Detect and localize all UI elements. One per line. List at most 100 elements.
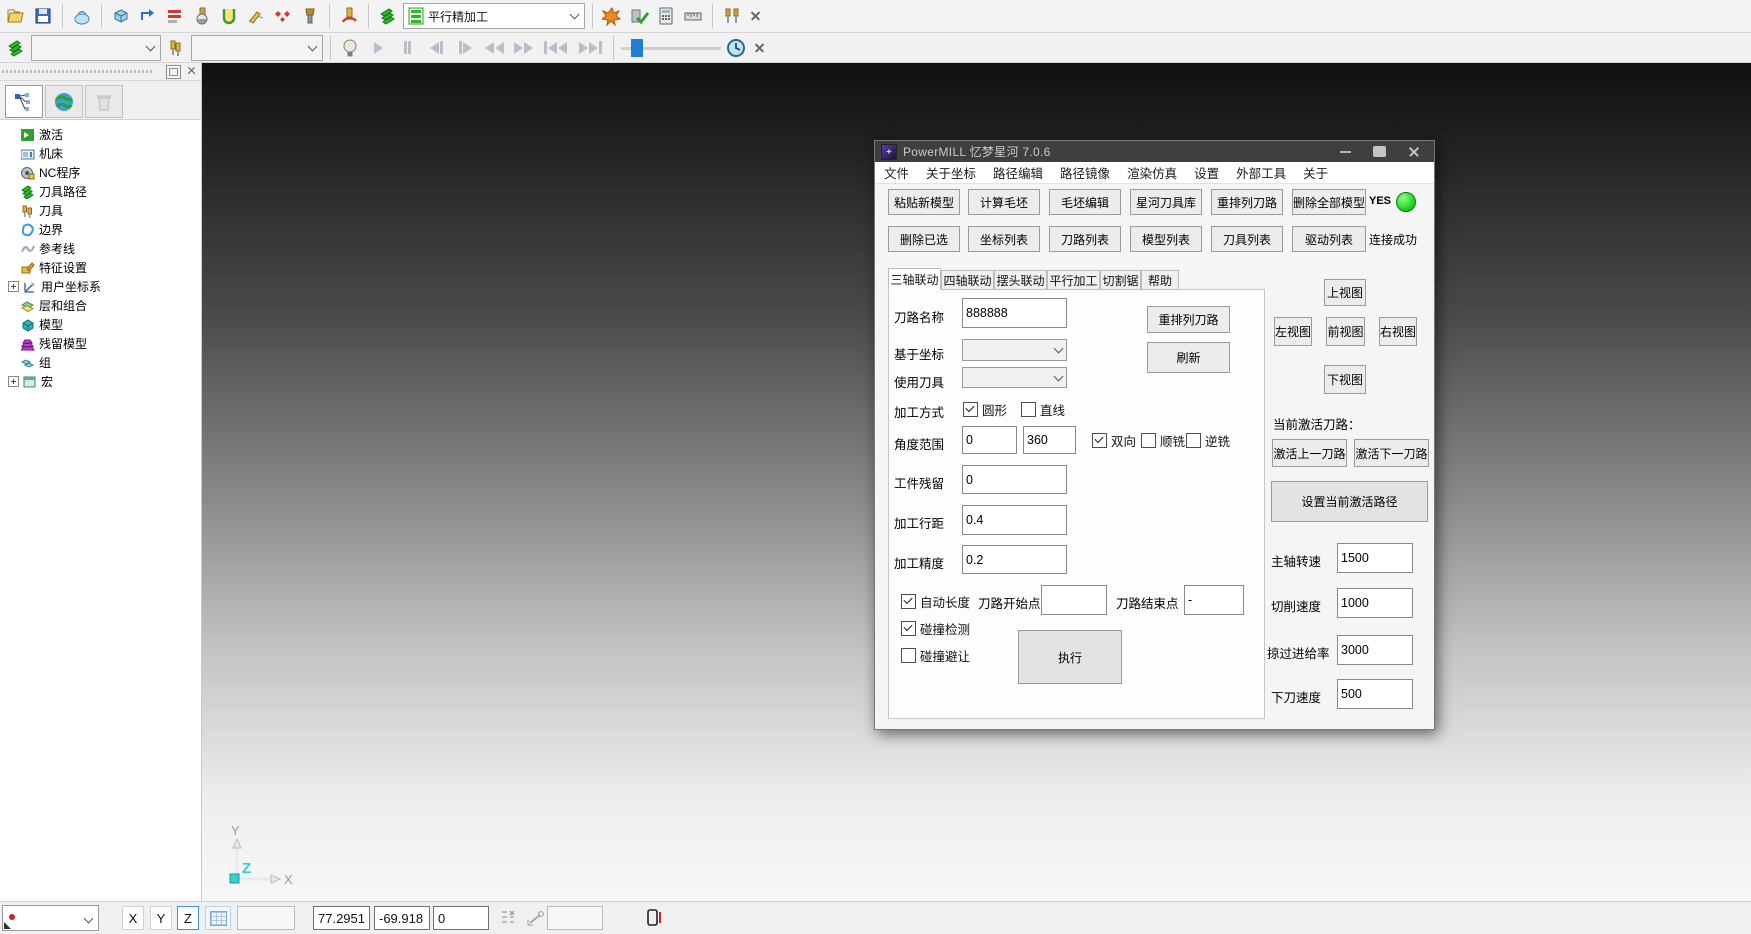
checkbox-icon[interactable] bbox=[901, 648, 916, 663]
menu-file[interactable]: 文件 bbox=[884, 163, 909, 182]
menu-settings[interactable]: 设置 bbox=[1194, 163, 1219, 182]
rapid-move-icon[interactable] bbox=[136, 4, 160, 28]
minimize-icon[interactable] bbox=[1340, 151, 1351, 153]
speed-slider[interactable] bbox=[621, 38, 721, 58]
tree-item-pattern[interactable]: 参考线 bbox=[4, 239, 201, 258]
open-file-icon[interactable] bbox=[4, 4, 28, 28]
block-model-icon[interactable] bbox=[109, 4, 133, 28]
view-right-button[interactable]: 右视图 bbox=[1379, 317, 1417, 346]
angle-end-input[interactable] bbox=[1023, 426, 1076, 454]
activate-prev-button[interactable]: 激活上一刀路 bbox=[1272, 439, 1347, 467]
set-active-path-button[interactable]: 设置当前激活路径 bbox=[1271, 481, 1428, 522]
clock-icon[interactable] bbox=[724, 36, 748, 60]
tree-item-group[interactable]: 组 bbox=[4, 353, 201, 372]
tool-pair-icon[interactable] bbox=[720, 4, 744, 28]
toolbar-close-icon[interactable] bbox=[747, 7, 765, 25]
tab-4axis[interactable]: 四轴联动 bbox=[941, 270, 994, 290]
measure-value-field[interactable] bbox=[547, 906, 603, 930]
tree-item-model[interactable]: 模型 bbox=[4, 315, 201, 334]
toolpath-name-input[interactable] bbox=[962, 298, 1067, 328]
tool-indicator-dropdown[interactable] bbox=[2, 905, 99, 931]
tab-web-globe[interactable] bbox=[45, 85, 83, 118]
menu-about[interactable]: 关于 bbox=[1303, 163, 1328, 182]
tolerance-input[interactable] bbox=[962, 545, 1067, 574]
panel-header[interactable] bbox=[0, 63, 201, 81]
view-left-button[interactable]: 左视图 bbox=[1274, 317, 1312, 346]
tool-list-button[interactable]: 刀具列表 bbox=[1211, 226, 1283, 252]
slider-handle[interactable] bbox=[631, 39, 643, 57]
tool-combobox[interactable] bbox=[191, 35, 323, 61]
menu-path-edit[interactable]: 路径编辑 bbox=[993, 163, 1043, 182]
view-front-button[interactable]: 前视图 bbox=[1326, 317, 1365, 346]
tool-ball-icon[interactable] bbox=[190, 4, 214, 28]
tab-swivel[interactable]: 摆头联动 bbox=[994, 270, 1047, 290]
active-toolpath-combobox[interactable]: 平行精加工 bbox=[403, 3, 585, 29]
delete-all-models-button[interactable]: 删除全部模型 bbox=[1292, 189, 1366, 215]
menu-render-sim[interactable]: 渲染仿真 bbox=[1127, 163, 1177, 182]
toolpath-draw-icon[interactable] bbox=[244, 4, 268, 28]
simulate-tool-icon[interactable] bbox=[600, 4, 624, 28]
toolpath-stack-icon[interactable] bbox=[4, 36, 28, 60]
axis-x-button[interactable]: X bbox=[122, 906, 144, 930]
drive-list-button[interactable]: 驱动列表 bbox=[1292, 226, 1366, 252]
model-list-button[interactable]: 模型列表 bbox=[1130, 226, 1202, 252]
spindle-speed-input[interactable] bbox=[1337, 543, 1413, 573]
auto-length-checkbox[interactable]: 自动长度 bbox=[901, 592, 970, 611]
snap-value-field[interactable] bbox=[237, 906, 295, 930]
execute-button[interactable]: 执行 bbox=[1018, 630, 1122, 684]
clipboard-pause-icon[interactable] bbox=[645, 908, 665, 928]
bidirectional-checkbox[interactable]: 双向 bbox=[1092, 431, 1136, 450]
calc-stock-button[interactable]: 计算毛坯 bbox=[968, 189, 1040, 215]
plunge-speed-input[interactable] bbox=[1337, 679, 1413, 709]
save-icon[interactable] bbox=[31, 4, 55, 28]
maximize-icon[interactable] bbox=[1373, 146, 1386, 157]
xyz-list-icon[interactable] bbox=[500, 909, 518, 927]
checkbox-icon[interactable] bbox=[1141, 433, 1156, 448]
menu-external-tools[interactable]: 外部工具 bbox=[1236, 163, 1286, 182]
step-forward-button[interactable] bbox=[452, 38, 478, 58]
fast-forward-button[interactable] bbox=[510, 38, 536, 58]
pause-button[interactable] bbox=[394, 38, 420, 58]
go-end-button[interactable] bbox=[574, 38, 606, 58]
play-button[interactable] bbox=[365, 38, 391, 58]
tree-item-levels[interactable]: 层和组合 bbox=[4, 296, 201, 315]
toolbar-close-icon[interactable] bbox=[751, 39, 769, 57]
tab-3axis[interactable]: 三轴联动 bbox=[888, 268, 941, 290]
tool-select-icon[interactable] bbox=[164, 36, 188, 60]
view-top-button[interactable]: 上视图 bbox=[1324, 279, 1366, 306]
tab-parallel[interactable]: 平行加工 bbox=[1047, 270, 1100, 290]
close-icon[interactable] bbox=[1408, 146, 1420, 158]
tab-help[interactable]: 帮助 bbox=[1141, 270, 1179, 290]
checkbox-checked-icon[interactable] bbox=[1092, 433, 1107, 448]
view-bottom-button[interactable]: 下视图 bbox=[1324, 365, 1366, 394]
nc-program-icon[interactable] bbox=[163, 4, 187, 28]
go-start-button[interactable] bbox=[539, 38, 571, 58]
dialog-titlebar[interactable]: PowerMILL 忆梦星河 7.0.6 bbox=[875, 141, 1434, 162]
expand-icon[interactable] bbox=[8, 281, 19, 292]
paste-new-model-button[interactable]: 粘贴新模型 bbox=[888, 189, 960, 215]
tab-recycle-bin[interactable] bbox=[85, 85, 123, 118]
verify-tool-icon[interactable] bbox=[627, 4, 651, 28]
calculator-icon[interactable] bbox=[654, 4, 678, 28]
tool-library-button[interactable]: 星河刀具库 bbox=[1130, 189, 1202, 215]
stock-remain-input[interactable] bbox=[962, 465, 1067, 494]
checkbox-icon[interactable] bbox=[1021, 402, 1036, 417]
panel-float-icon[interactable] bbox=[166, 65, 181, 79]
stock-edit-button[interactable]: 毛坯编辑 bbox=[1049, 189, 1121, 215]
toolpath-combobox[interactable] bbox=[31, 35, 161, 61]
panel-grip[interactable] bbox=[2, 70, 152, 73]
menu-path-mirror[interactable]: 路径镜像 bbox=[1060, 163, 1110, 182]
tree-item-nc-program[interactable]: NC程序 bbox=[4, 163, 201, 182]
tree-item-boundary[interactable]: 边界 bbox=[4, 220, 201, 239]
refresh-button[interactable]: 刷新 bbox=[1147, 342, 1230, 373]
tree-item-machine[interactable]: 机床 bbox=[4, 144, 201, 163]
lamp-icon[interactable] bbox=[338, 36, 362, 60]
checkbox-checked-icon[interactable] bbox=[901, 594, 916, 609]
tab-saw[interactable]: 切割锯 bbox=[1100, 270, 1141, 290]
end-point-input[interactable] bbox=[1184, 585, 1244, 615]
collision-check-checkbox[interactable]: 碰撞检测 bbox=[901, 619, 970, 638]
cursor-x-field[interactable]: 77.2951 bbox=[313, 906, 370, 930]
tree-item-stock-model[interactable]: 残留模型 bbox=[4, 334, 201, 353]
use-tool-dropdown[interactable] bbox=[962, 367, 1067, 388]
tree-item-feature-set[interactable]: 特征设置 bbox=[4, 258, 201, 277]
